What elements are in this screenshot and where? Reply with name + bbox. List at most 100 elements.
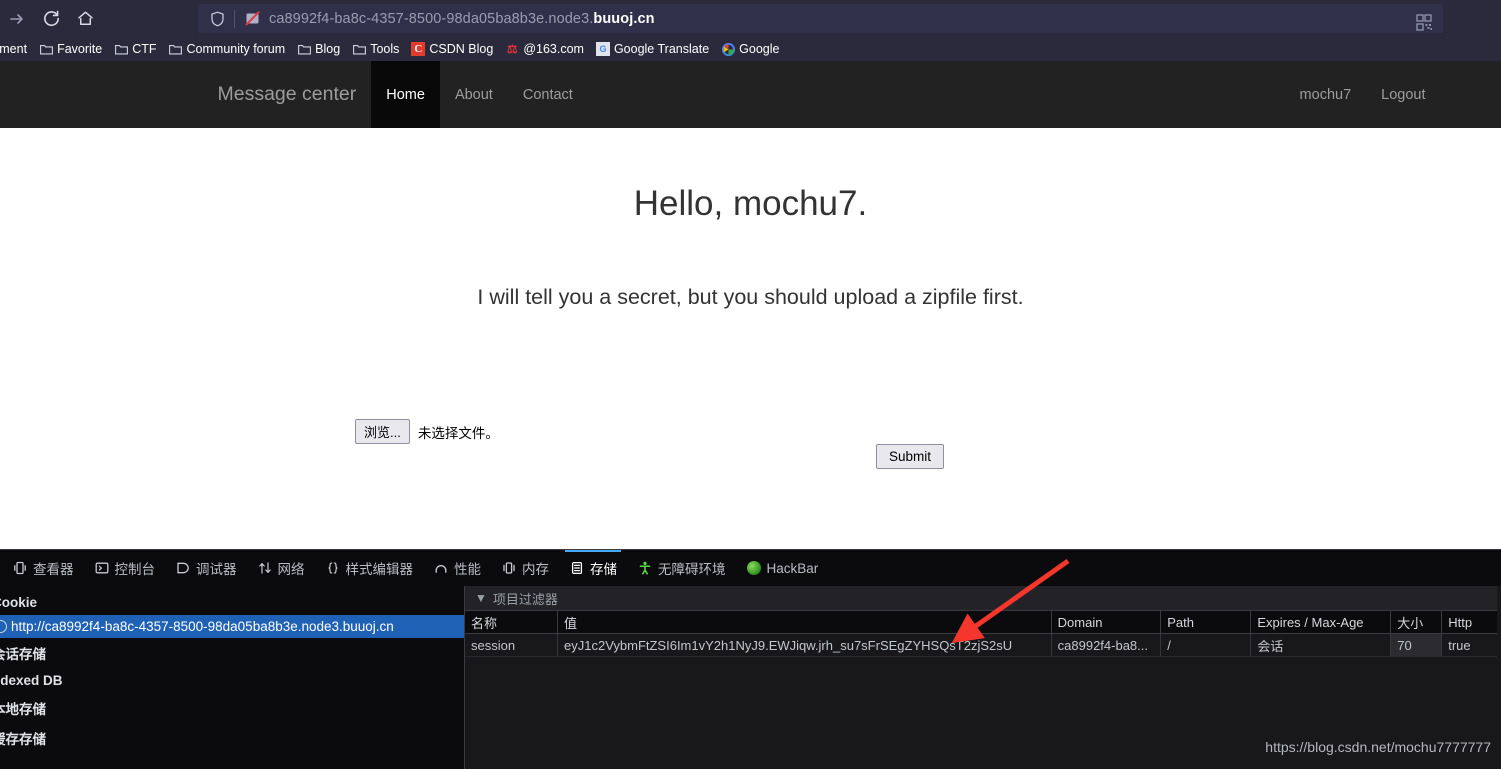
cookies-table: 名称 值 Domain Path Expires / Max-Age 大小 Ht…	[465, 611, 1501, 657]
devtools-tab-inspector[interactable]: 查看器	[2, 550, 84, 586]
page-viewport: Message center Home About Contact mochu7…	[0, 61, 1501, 549]
browser-toolbar: ca8992f4-ba8c-4357-8500-98da05ba8b3e.nod…	[0, 0, 1501, 37]
bookmark-label: ertainment	[0, 42, 28, 56]
storage-tree-group-local-storage[interactable]: 本地存储	[0, 693, 464, 723]
nav-item-contact[interactable]: Contact	[508, 61, 588, 128]
bookmark-item[interactable]: Tools	[346, 38, 405, 60]
bookmark-item[interactable]: Favorite	[33, 38, 108, 60]
table-row[interactable]: session eyJ1c2VybmFtZSI6Im1vY2h1NyJ9.EWJ…	[465, 634, 1501, 657]
netease-icon: ⚖	[506, 42, 518, 56]
debugger-icon	[175, 560, 191, 576]
devtools-tab-label: 样式编辑器	[345, 562, 414, 577]
file-selection-status: 未选择文件。	[417, 425, 499, 441]
permissions-blocked-icon[interactable]	[241, 10, 263, 27]
home-icon[interactable]	[68, 4, 102, 34]
cell-cookie-size: 70	[1391, 634, 1443, 656]
urlbar-divider	[234, 9, 235, 28]
google-icon	[721, 42, 735, 56]
devtools-tab-style-editor[interactable]: 样式编辑器	[315, 550, 424, 586]
devtools-tabbar: 查看器 控制台 调试器 网络 样式编辑器 性能 内存 存储 无障碍环境 Hack…	[0, 550, 1501, 586]
devtools-tab-label: 性能	[454, 562, 481, 577]
column-header-value[interactable]: 值	[558, 611, 1052, 633]
bookmark-item[interactable]: G Google Translate	[590, 38, 715, 60]
devtools-tab-storage[interactable]: 存储	[559, 550, 627, 586]
qr-code-icon[interactable]	[1413, 13, 1435, 33]
devtools-tab-label: 无障碍环境	[658, 562, 726, 577]
globe-icon	[0, 620, 7, 633]
storage-tree-group-cache-storage[interactable]: 缓存存储	[0, 723, 464, 753]
cell-cookie-http: true	[1442, 634, 1501, 656]
devtools-body: Cookie http://ca8992f4-ba8c-4357-8500-98…	[0, 586, 1501, 769]
url-prefix: ca8992f4-ba8c-4357-8500-98da05ba8b3e.nod…	[269, 10, 594, 27]
vertical-scrollbar[interactable]	[1497, 586, 1501, 769]
bookmark-label: Blog	[315, 42, 341, 56]
bookmark-item[interactable]: Blog	[291, 38, 346, 60]
devtools-tab-label: HackBar	[766, 560, 819, 576]
storage-tree: Cookie http://ca8992f4-ba8c-4357-8500-98…	[0, 586, 465, 769]
nav-item-logout[interactable]: Logout	[1366, 87, 1440, 103]
site-user-links: mochu7 Logout	[1285, 61, 1441, 128]
devtools-tab-label: 查看器	[33, 562, 74, 577]
column-header-size[interactable]: 大小	[1391, 611, 1443, 633]
bookmark-label: Google	[739, 42, 780, 56]
devtools-tab-debugger[interactable]: 调试器	[165, 550, 247, 586]
page-content: Hello, mochu7. I will tell you a secret,…	[0, 128, 1501, 310]
storage-tree-group-cookie[interactable]: Cookie	[0, 590, 464, 615]
devtools-tab-performance[interactable]: 性能	[423, 550, 491, 586]
storage-table-panel: ▼ 项目过滤器 名称 值 Domain Path Expires / Max-A…	[465, 586, 1501, 769]
devtools-tab-accessibility[interactable]: 无障碍环境	[627, 550, 736, 586]
reload-icon[interactable]	[34, 4, 68, 34]
column-header-name[interactable]: 名称	[465, 611, 558, 633]
bookmark-item[interactable]: ertainment	[0, 38, 33, 60]
column-header-domain[interactable]: Domain	[1052, 611, 1162, 633]
devtools-tab-label: 控制台	[114, 562, 156, 577]
item-filter-bar[interactable]: ▼ 项目过滤器	[465, 586, 1501, 611]
devtools-tab-label: 存储	[590, 562, 617, 577]
page-title: Hello, mochu7.	[633, 184, 868, 223]
screenshot-root: ca8992f4-ba8c-4357-8500-98da05ba8b3e.nod…	[0, 0, 1501, 769]
performance-icon	[433, 560, 449, 576]
bookmark-item[interactable]: Google	[715, 38, 785, 60]
bookmark-label: @163.com	[523, 42, 584, 56]
column-header-http[interactable]: Http	[1442, 611, 1501, 633]
bookmark-item[interactable]: Community forum	[163, 38, 292, 60]
browser-nav-buttons	[0, 4, 102, 34]
column-header-path[interactable]: Path	[1161, 611, 1252, 633]
storage-tree-item-label: http://ca8992f4-ba8c-4357-8500-98da05ba8…	[11, 619, 394, 634]
storage-tree-group-session-storage[interactable]: 会话存储	[0, 638, 464, 668]
devtools-tab-hackbar[interactable]: HackBar	[736, 550, 829, 586]
devtools-tab-label: 网络	[277, 562, 305, 577]
csdn-icon: C	[411, 42, 426, 56]
bookmark-item[interactable]: CTF	[108, 38, 162, 60]
accessibility-icon	[637, 560, 653, 576]
bookmark-label: Community forum	[186, 42, 286, 56]
network-icon	[257, 560, 273, 576]
url-bar[interactable]: ca8992f4-ba8c-4357-8500-98da05ba8b3e.nod…	[198, 4, 1443, 33]
cell-cookie-name: session	[465, 634, 558, 656]
nav-item-username[interactable]: mochu7	[1285, 87, 1367, 103]
folder-icon	[39, 42, 53, 56]
watermark-text: https://blog.csdn.net/mochu7777777	[1265, 739, 1491, 755]
devtools-tab-label: 调试器	[196, 562, 237, 577]
devtools-tab-memory[interactable]: 内存	[491, 550, 559, 586]
storage-icon	[569, 560, 585, 576]
site-brand[interactable]: Message center	[203, 61, 372, 128]
submit-button[interactable]: Submit	[876, 444, 945, 469]
nav-item-about[interactable]: About	[440, 61, 508, 128]
devtools-tab-console[interactable]: 控制台	[84, 550, 166, 586]
forward-icon[interactable]	[0, 4, 34, 34]
devtools-tab-network[interactable]: 网络	[247, 550, 315, 586]
style-editor-icon	[325, 560, 341, 576]
bookmark-item[interactable]: C CSDN Blog	[405, 38, 499, 60]
page-subtitle: I will tell you a secret, but you should…	[477, 285, 1024, 309]
storage-tree-item-host[interactable]: http://ca8992f4-ba8c-4357-8500-98da05ba8…	[0, 615, 464, 638]
browse-file-button[interactable]: 浏览...	[355, 419, 410, 444]
bookmark-item[interactable]: ⚖ @163.com	[499, 38, 590, 60]
shield-icon[interactable]	[206, 11, 228, 27]
storage-tree-group-indexed-db[interactable]: ndexed DB	[0, 668, 464, 693]
folder-icon	[297, 42, 311, 56]
nav-item-home[interactable]: Home	[371, 61, 440, 128]
column-header-expires[interactable]: Expires / Max-Age	[1251, 611, 1392, 633]
url-domain: buuoj.cn	[593, 10, 655, 27]
file-upload-row: 浏览... 未选择文件。	[355, 419, 499, 444]
